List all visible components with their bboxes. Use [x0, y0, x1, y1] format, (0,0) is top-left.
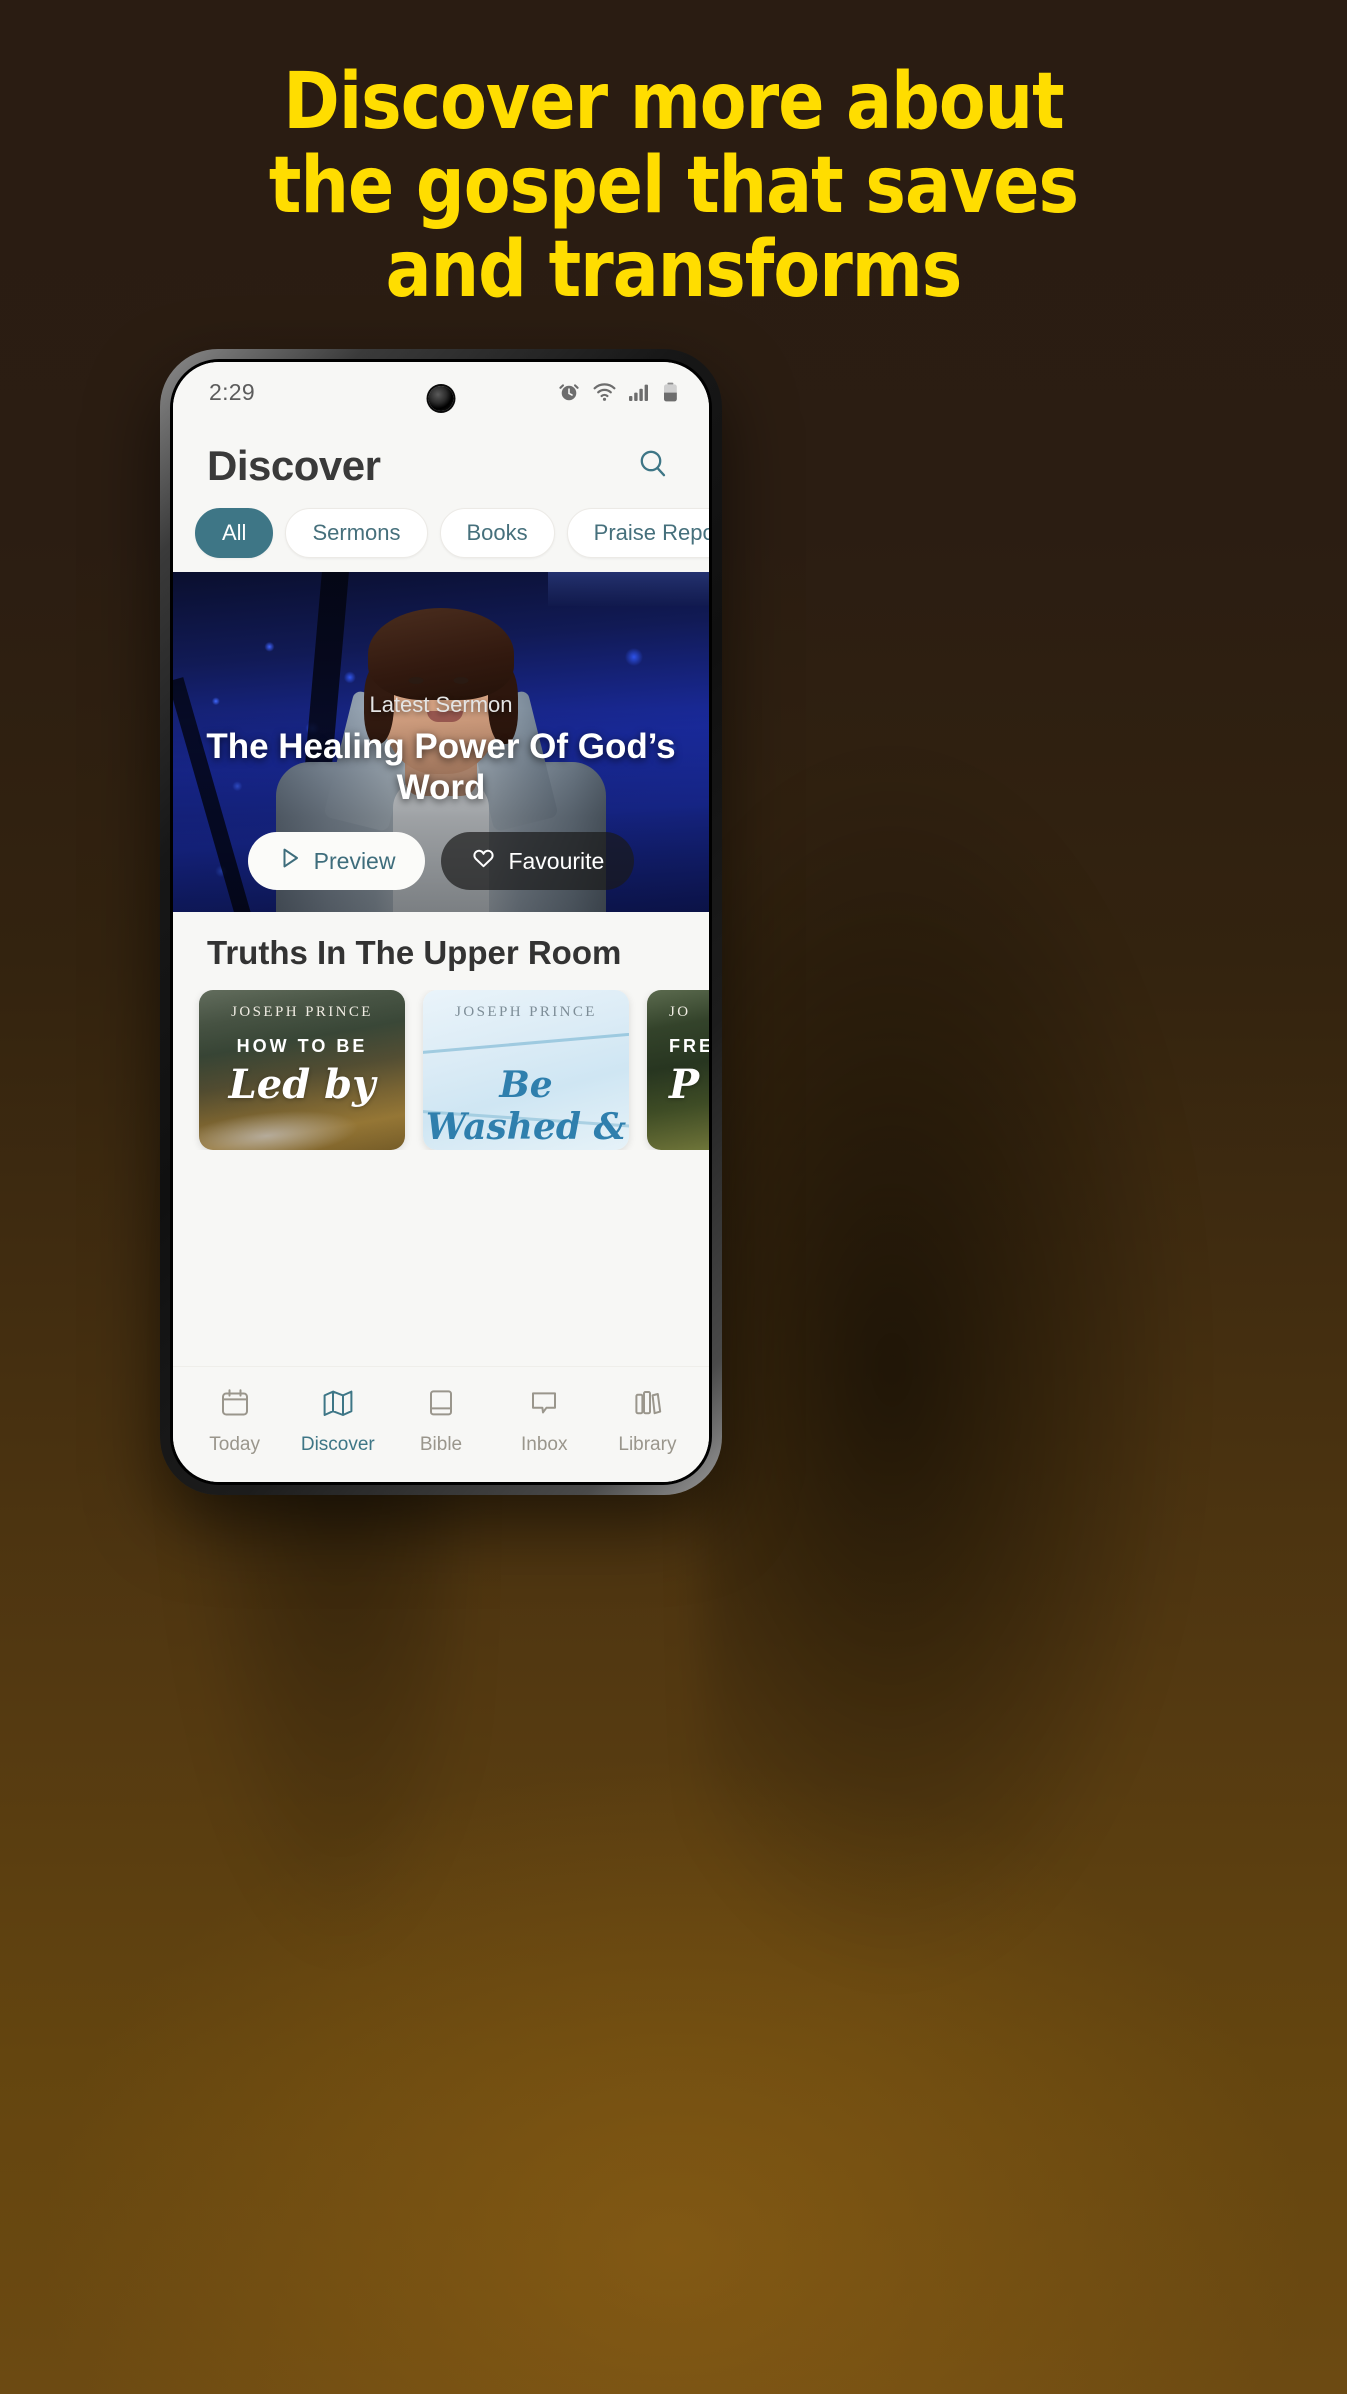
cellular-signal-icon: [628, 380, 651, 404]
card-author: JOSEPH PRINCE: [455, 1004, 597, 1020]
search-button[interactable]: [631, 444, 675, 488]
search-icon: [635, 446, 671, 487]
book-card[interactable]: JO FRE P: [647, 990, 709, 1150]
preview-button[interactable]: Preview: [247, 832, 426, 890]
status-icon-group: [557, 380, 679, 404]
headline-line-2: the gospel that saves: [268, 141, 1079, 231]
phone-screen: 2:29 Discover All Sermons Books Praise R…: [173, 362, 709, 1482]
favourite-button[interactable]: Favourite: [441, 832, 635, 890]
hero-text-block: Latest Sermon The Healing Power Of God’s…: [173, 692, 709, 808]
calendar-icon: [218, 1386, 252, 1425]
card-script-title: P: [669, 1061, 700, 1108]
filter-chip-row[interactable]: All Sermons Books Praise Reports: [173, 502, 709, 572]
hero-title: The Healing Power Of God’s Word: [206, 727, 676, 807]
book-icon: [424, 1386, 458, 1425]
preview-button-label: Preview: [313, 847, 396, 874]
heart-icon: [471, 846, 496, 876]
promo-headline: Discover more about the gospel that save…: [20, 60, 1327, 312]
phone-drop-shadow: [700, 520, 1340, 2220]
tab-bible[interactable]: Bible: [389, 1386, 492, 1456]
book-card[interactable]: JOSEPH PRINCE HOW TO BE Led by: [199, 990, 405, 1150]
card-script-title: Be Washed & Refreshed: [424, 1064, 629, 1150]
front-camera-punch-hole-icon: [428, 386, 454, 411]
card-author: JO: [669, 1004, 691, 1020]
tab-discover-label: Discover: [300, 1433, 375, 1455]
card-author: JOSEPH PRINCE: [231, 1004, 373, 1020]
battery-icon: [662, 380, 679, 404]
phone-device-frame: 2:29 Discover All Sermons Books Praise R…: [160, 349, 722, 1495]
headline-line-3: and transforms: [385, 225, 963, 315]
section-title: Truths In The Upper Room: [207, 934, 622, 971]
books-shelf-icon: [630, 1386, 664, 1425]
card-kicker: FRE: [669, 1036, 709, 1056]
tab-library[interactable]: Library: [596, 1386, 699, 1456]
map-icon: [321, 1386, 355, 1425]
hero-eyebrow: Latest Sermon: [369, 692, 513, 717]
book-card-carousel[interactable]: JOSEPH PRINCE HOW TO BE Led by JOSEPH PR…: [173, 990, 709, 1150]
filter-chip-all[interactable]: All: [195, 508, 274, 558]
card-artwork-wave: [423, 1029, 629, 1056]
status-bar: 2:29: [173, 362, 709, 422]
filter-chip-praise-reports[interactable]: Praise Reports: [566, 508, 709, 558]
status-clock: 2:29: [209, 378, 255, 405]
hero-action-row: Preview Favourite: [173, 832, 709, 890]
app-header: Discover: [173, 422, 709, 502]
favourite-button-label: Favourite: [508, 847, 605, 874]
tab-today-label: Today: [209, 1433, 260, 1455]
content-section: Truths In The Upper Room JOSEPH PRINCE H…: [173, 912, 709, 1150]
tab-library-label: Library: [618, 1433, 677, 1455]
tab-inbox[interactable]: Inbox: [493, 1386, 596, 1456]
phone-bezel: 2:29 Discover All Sermons Books Praise R…: [170, 359, 712, 1485]
speech-bubble-icon: [527, 1386, 561, 1425]
bottom-tab-bar: Today Discover Bible Inbox Library: [173, 1366, 709, 1482]
card-script-title: Led by: [228, 1061, 376, 1108]
headline-line-1: Discover more about: [283, 57, 1064, 147]
wifi-icon: [592, 380, 617, 404]
hero-sermon-card[interactable]: Latest Sermon The Healing Power Of God’s…: [173, 572, 709, 912]
play-icon: [278, 846, 302, 876]
card-kicker: HOW TO BE: [236, 1036, 368, 1056]
filter-chip-sermons[interactable]: Sermons: [285, 508, 428, 558]
alarm-icon: [557, 380, 581, 404]
tab-bible-label: Bible: [419, 1433, 463, 1455]
page-title: Discover: [207, 442, 381, 489]
tab-inbox-label: Inbox: [520, 1433, 568, 1455]
tab-today[interactable]: Today: [183, 1386, 286, 1456]
book-card[interactable]: JOSEPH PRINCE Be Washed & Refreshed: [423, 990, 629, 1150]
tab-discover[interactable]: Discover: [286, 1386, 389, 1456]
filter-chip-books[interactable]: Books: [439, 508, 555, 558]
